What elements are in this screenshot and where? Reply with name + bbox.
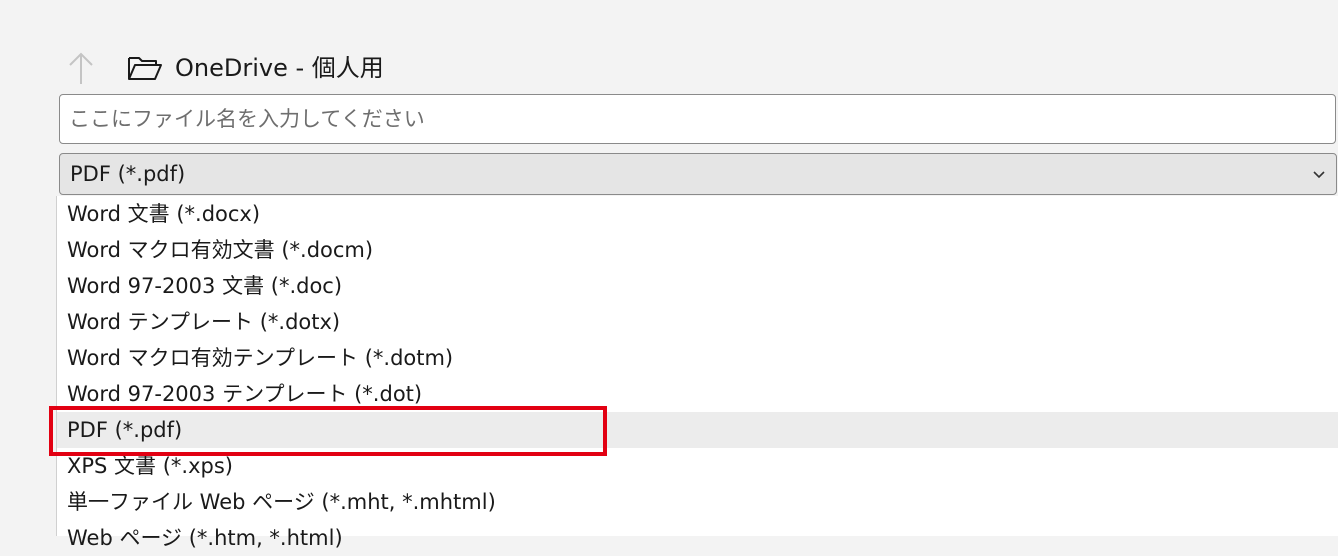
- filetype-option-dotm[interactable]: Word マクロ有効テンプレート (*.dotm): [57, 340, 1338, 376]
- filetype-option-dotx[interactable]: Word テンプレート (*.dotx): [57, 304, 1338, 340]
- filetype-dropdown-list: Word 文書 (*.docx) Word マクロ有効文書 (*.docm) W…: [56, 196, 1338, 550]
- filetype-option-mht[interactable]: 単一ファイル Web ページ (*.mht, *.mhtml): [57, 484, 1338, 520]
- folder-open-icon: [128, 57, 162, 80]
- filetype-option-pdf[interactable]: PDF (*.pdf): [57, 412, 1338, 448]
- filetype-selected-value: PDF (*.pdf): [70, 162, 186, 186]
- filetype-option-doc[interactable]: Word 97-2003 文書 (*.doc): [57, 268, 1338, 304]
- filetype-option-docm[interactable]: Word マクロ有効文書 (*.docm): [57, 232, 1338, 268]
- filetype-option-html[interactable]: Web ページ (*.htm, *.html): [57, 520, 1338, 556]
- filetype-select[interactable]: PDF (*.pdf): [59, 153, 1337, 195]
- filetype-option-docx[interactable]: Word 文書 (*.docx): [57, 196, 1338, 232]
- chevron-down-icon: [1313, 171, 1325, 179]
- filename-input[interactable]: [59, 94, 1336, 144]
- arrow-up-icon[interactable]: [66, 50, 96, 86]
- current-location: OneDrive - 個人用: [175, 54, 384, 82]
- filetype-option-xps[interactable]: XPS 文書 (*.xps): [57, 448, 1338, 484]
- filetype-option-dot[interactable]: Word 97-2003 テンプレート (*.dot): [57, 376, 1338, 412]
